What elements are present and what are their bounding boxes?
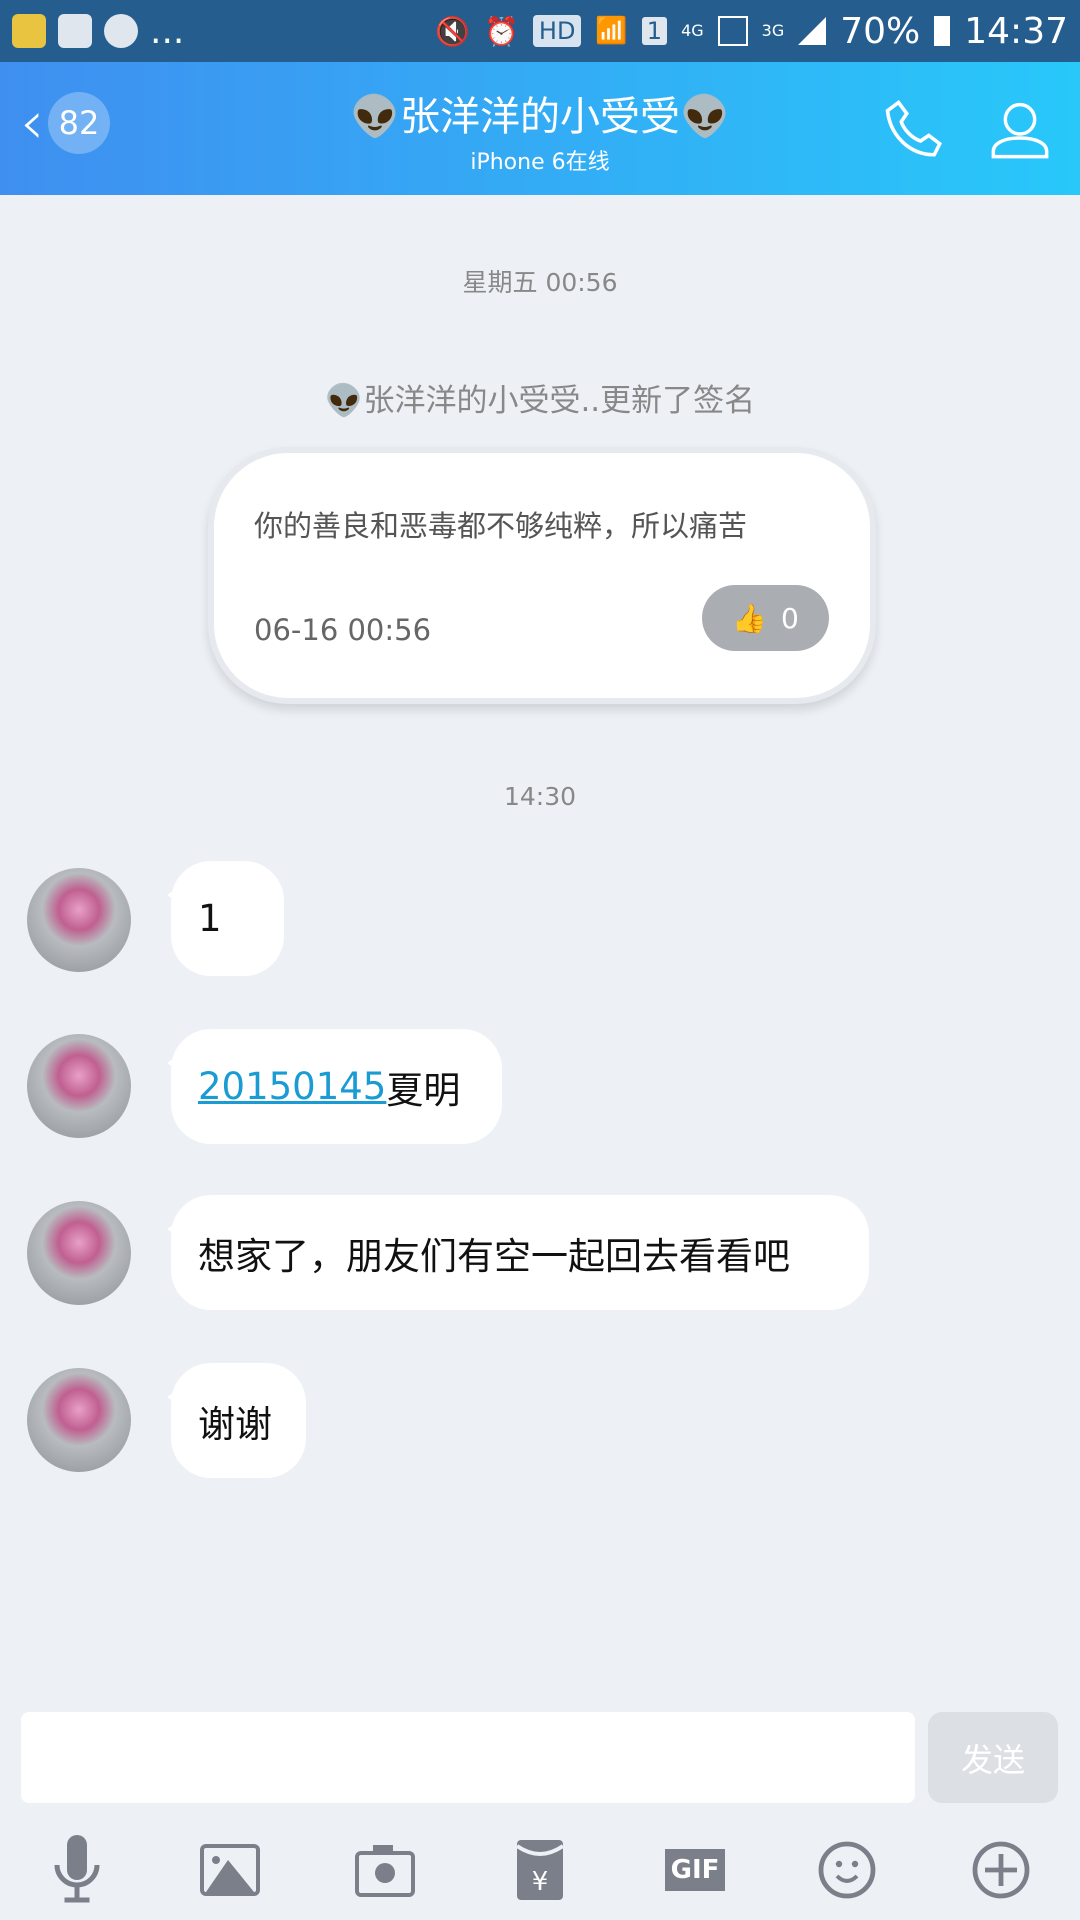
gallery-notification-icon bbox=[58, 14, 92, 48]
chat-header: ‹ 82 👽张洋洋的小受受👽 iPhone 6在线 bbox=[0, 62, 1080, 195]
timestamp: 星期五 00:56 bbox=[462, 268, 618, 297]
more-notifications: ... bbox=[150, 10, 185, 52]
signal-icon bbox=[717, 16, 748, 46]
microphone-icon bbox=[54, 1835, 100, 1903]
plus-circle-icon bbox=[972, 1841, 1030, 1899]
battery-percent: 70% bbox=[840, 10, 921, 52]
message-bubble[interactable]: 想家了，朋友们有空一起回去看看吧 bbox=[167, 1195, 869, 1310]
status-bar: ... 🔇 ⏰ HD 📶 1 4G 3G 70% 14:37 bbox=[0, 0, 1080, 62]
signal-icon-2 bbox=[798, 17, 827, 45]
message-text: 夏明 bbox=[386, 1068, 461, 1112]
message-bubble[interactable]: 20150145 夏明 bbox=[167, 1029, 502, 1144]
composer-toolbar: ¥ GIF bbox=[0, 1835, 1080, 1905]
signature-text: 你的善良和恶毒都不够纯粹，所以痛苦 bbox=[254, 509, 748, 543]
camera-icon bbox=[355, 1845, 415, 1897]
clock: 14:37 bbox=[964, 10, 1068, 52]
network-3g: 3G bbox=[761, 20, 785, 40]
image-button[interactable] bbox=[195, 1835, 265, 1905]
signature-card[interactable]: 你的善良和恶毒都不够纯粹，所以痛苦 06-16 00:56 👍 0 bbox=[208, 447, 876, 704]
alarm-icon: ⏰ bbox=[484, 14, 519, 48]
image-icon bbox=[200, 1844, 260, 1896]
person-icon bbox=[991, 102, 1049, 159]
emoji-button[interactable] bbox=[812, 1835, 882, 1905]
avatar[interactable] bbox=[27, 1034, 131, 1138]
message-text: 谢谢 bbox=[198, 1402, 272, 1446]
mute-icon: 🔇 bbox=[435, 14, 471, 48]
gif-icon: GIF bbox=[664, 1849, 726, 1891]
svg-text:¥: ¥ bbox=[532, 1867, 549, 1897]
more-button[interactable] bbox=[966, 1835, 1036, 1905]
signature-update-notice: 👽张洋洋的小受受..更新了签名 bbox=[324, 383, 756, 419]
camera-button[interactable] bbox=[350, 1835, 420, 1905]
avatar[interactable] bbox=[27, 1201, 131, 1305]
voice-button[interactable] bbox=[42, 1835, 112, 1905]
message-text: 想家了，朋友们有空一起回去看看吧 bbox=[198, 1234, 790, 1278]
profile-button[interactable] bbox=[988, 97, 1052, 167]
phone-icon bbox=[885, 99, 943, 157]
message-input[interactable] bbox=[21, 1712, 915, 1803]
message-text: 1 bbox=[198, 897, 222, 940]
timestamp: 14:30 bbox=[503, 782, 577, 811]
red-packet-button[interactable]: ¥ bbox=[505, 1835, 575, 1905]
thumbs-up-icon: 👍 bbox=[732, 601, 768, 635]
wifi-icon: 📶 bbox=[595, 16, 628, 46]
avatar[interactable] bbox=[27, 1368, 131, 1472]
battery-icon bbox=[934, 16, 951, 46]
hd-icon: HD bbox=[532, 15, 582, 47]
like-count: 0 bbox=[781, 601, 799, 635]
like-button[interactable]: 👍 0 bbox=[702, 585, 829, 651]
message-bubble[interactable]: 1 bbox=[167, 861, 284, 976]
phone-call-button[interactable] bbox=[882, 97, 948, 167]
avatar[interactable] bbox=[27, 868, 131, 972]
smiley-icon bbox=[818, 1841, 876, 1899]
network-4g: 4G bbox=[681, 20, 704, 40]
qzone-notification-icon bbox=[12, 14, 46, 48]
red-packet-icon: ¥ bbox=[517, 1840, 563, 1900]
app-notification-icon bbox=[104, 14, 138, 48]
send-button[interactable]: 发送 bbox=[928, 1712, 1058, 1803]
gif-button[interactable]: GIF bbox=[660, 1835, 730, 1905]
message-bubble[interactable]: 谢谢 bbox=[167, 1363, 306, 1478]
sim-icon: 1 bbox=[641, 17, 668, 45]
signature-date: 06-16 00:56 bbox=[254, 613, 432, 647]
message-link[interactable]: 20150145 bbox=[198, 1065, 386, 1108]
